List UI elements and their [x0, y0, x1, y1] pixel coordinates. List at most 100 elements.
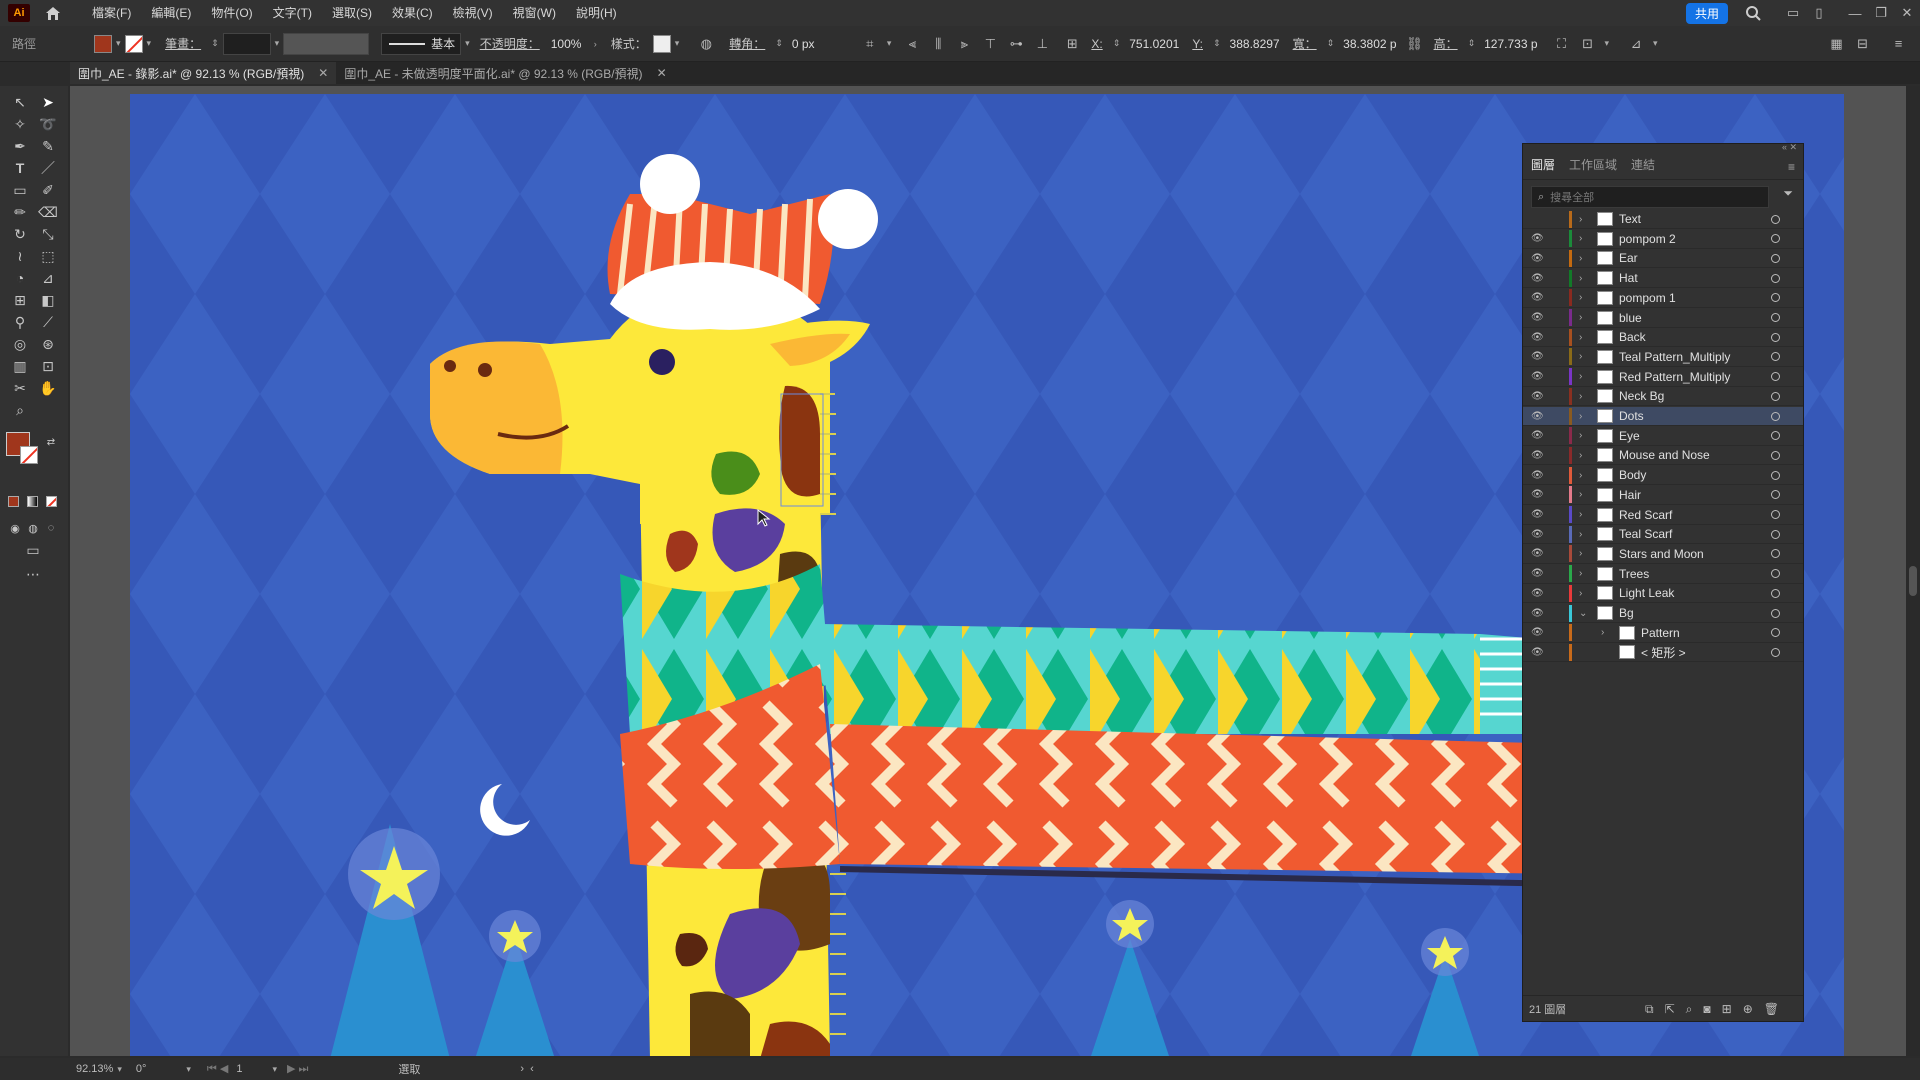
menu-item[interactable]: 物件(O): [201, 0, 262, 26]
recolor-icon[interactable]: ◍: [697, 35, 715, 53]
layer-name[interactable]: Body: [1619, 468, 1646, 482]
rotate-view-field[interactable]: 0°: [136, 1063, 147, 1075]
layer-name[interactable]: Bg: [1619, 606, 1634, 620]
chevron-right-icon[interactable]: ›: [594, 39, 597, 49]
chevron-right-icon[interactable]: ›: [1579, 450, 1582, 461]
chevron-down-icon[interactable]: ▾: [147, 38, 152, 49]
target-icon[interactable]: [1771, 588, 1780, 598]
layer-row[interactable]: 👁 › Trees: [1523, 565, 1803, 584]
eye-icon[interactable]: 👁: [1531, 568, 1547, 579]
eraser-tool-icon[interactable]: ⌫: [37, 202, 59, 222]
chevron-right-icon[interactable]: ›: [1579, 509, 1582, 520]
shaper-tool-icon[interactable]: ✏: [9, 202, 31, 222]
perspective-grid-tool-icon[interactable]: ⊿: [37, 268, 59, 288]
target-icon[interactable]: [1771, 569, 1780, 579]
layer-name[interactable]: pompom 1: [1619, 291, 1676, 305]
panel-menu-icon[interactable]: ≡: [1890, 35, 1908, 53]
chevron-right-icon[interactable]: ›: [1579, 233, 1582, 244]
pen-tool-icon[interactable]: ✒: [9, 136, 31, 156]
home-icon[interactable]: [44, 4, 62, 22]
target-icon[interactable]: [1771, 273, 1780, 283]
target-icon[interactable]: [1771, 450, 1780, 460]
more-tools-icon[interactable]: ⋯: [22, 564, 44, 584]
y-field[interactable]: 388.8297: [1225, 33, 1285, 55]
restore-icon[interactable]: ❐: [1868, 0, 1894, 26]
arrange-documents-icon[interactable]: ▦: [1828, 35, 1846, 53]
menu-item[interactable]: 視窗(W): [503, 0, 566, 26]
layer-name[interactable]: blue: [1619, 311, 1642, 325]
tab-artboards[interactable]: 工作區域: [1569, 156, 1617, 173]
measure-tool-icon[interactable]: ⟋: [37, 312, 59, 332]
layer-name[interactable]: Stars and Moon: [1619, 547, 1704, 561]
tab-links[interactable]: 連結: [1631, 156, 1655, 173]
panel-menu-icon[interactable]: ≡: [1788, 160, 1795, 174]
layer-name[interactable]: Pattern: [1641, 626, 1680, 640]
chevron-down-icon[interactable]: ▾: [186, 1064, 191, 1075]
curvature-tool-icon[interactable]: ✎: [37, 136, 59, 156]
eye-icon[interactable]: 👁: [1531, 470, 1547, 481]
menu-item[interactable]: 檔案(F): [82, 0, 141, 26]
align-middle-icon[interactable]: ⊶: [1007, 35, 1025, 53]
layer-name[interactable]: Text: [1619, 212, 1641, 226]
shape-mode-icon[interactable]: ⊡: [1579, 35, 1597, 53]
target-icon[interactable]: [1771, 352, 1780, 362]
layer-name[interactable]: Hat: [1619, 271, 1638, 285]
layer-row[interactable]: 👁 › Pattern: [1523, 624, 1803, 643]
layer-name[interactable]: Hair: [1619, 488, 1641, 502]
graph-tool-icon[interactable]: ▥: [9, 356, 31, 376]
chevron-down-icon[interactable]: ▾: [275, 38, 280, 49]
free-transform-tool-icon[interactable]: ⬚: [37, 246, 59, 266]
layer-name[interactable]: Eye: [1619, 429, 1640, 443]
align-bottom-icon[interactable]: ⊥: [1033, 35, 1051, 53]
tab-document-1[interactable]: 圍巾_AE - 錄影.ai* @ 92.13 % (RGB/預視) ✕: [70, 62, 337, 84]
chevron-right-icon[interactable]: ›: [1579, 588, 1582, 599]
stroke-weight-field[interactable]: [222, 32, 271, 55]
target-icon[interactable]: [1771, 234, 1780, 244]
width-field[interactable]: 38.3802 p: [1338, 33, 1401, 55]
layer-row[interactable]: 👁 › blue: [1523, 309, 1803, 328]
layer-row[interactable]: 👁 › Ear: [1523, 249, 1803, 269]
eye-icon[interactable]: 👁: [1531, 509, 1547, 520]
chevron-down-icon[interactable]: ▾: [272, 1064, 277, 1075]
artboard-number-field[interactable]: 1: [236, 1063, 242, 1075]
stroke-color-box[interactable]: [20, 446, 38, 464]
layer-row[interactable]: 👁 › Body: [1523, 466, 1803, 486]
menu-item[interactable]: 效果(C): [382, 0, 443, 26]
share-button[interactable]: 共用: [1685, 2, 1728, 24]
layer-name[interactable]: Back: [1619, 330, 1646, 344]
eye-icon[interactable]: 👁: [1531, 548, 1547, 559]
target-icon[interactable]: [1771, 411, 1780, 421]
panel-collapse-icon[interactable]: « ✕: [1523, 142, 1803, 152]
eye-icon[interactable]: 👁: [1531, 233, 1547, 244]
layer-name[interactable]: Light Leak: [1619, 586, 1674, 600]
none-mode-icon[interactable]: [46, 496, 57, 507]
close-icon[interactable]: ✕: [657, 66, 667, 80]
eye-icon[interactable]: 👁: [1531, 273, 1547, 284]
layer-row[interactable]: 👁 › pompom 1: [1523, 289, 1803, 308]
layer-row[interactable]: 👁 › Teal Scarf: [1523, 525, 1803, 545]
eye-icon[interactable]: 👁: [1531, 430, 1547, 441]
chevron-down-icon[interactable]: ▾: [1605, 38, 1610, 49]
layer-search-input[interactable]: ⌕ 搜尋全部: [1531, 186, 1769, 208]
gradient-tool-icon[interactable]: ◧: [37, 290, 59, 310]
chevron-right-icon[interactable]: ›: [1579, 312, 1582, 323]
layer-row[interactable]: 👁 › Teal Pattern_Multiply: [1523, 348, 1803, 367]
align-right-icon[interactable]: ⫸: [955, 35, 973, 53]
opacity-field[interactable]: 100%: [546, 33, 590, 55]
clipping-mask-icon[interactable]: ◙: [1703, 1002, 1710, 1017]
scroll-thumb[interactable]: [1909, 566, 1917, 596]
target-icon[interactable]: [1771, 391, 1780, 401]
filter-icon[interactable]: ⏷: [1783, 186, 1793, 201]
target-icon[interactable]: [1771, 608, 1780, 618]
chevron-right-icon[interactable]: ›: [1579, 351, 1582, 362]
stepper-icon[interactable]: ⇕: [1468, 38, 1476, 49]
chevron-right-icon[interactable]: ›: [1579, 411, 1582, 422]
eye-icon[interactable]: 👁: [1531, 292, 1547, 303]
artboard-tool-icon[interactable]: ⊡: [37, 356, 59, 376]
eye-icon[interactable]: 👁: [1531, 253, 1547, 264]
stepper-icon[interactable]: ⇕: [1113, 38, 1121, 49]
target-icon[interactable]: [1771, 431, 1780, 441]
chevron-right-icon[interactable]: ›: [1579, 430, 1582, 441]
layer-name[interactable]: Red Scarf: [1619, 508, 1672, 522]
target-icon[interactable]: [1771, 470, 1780, 480]
